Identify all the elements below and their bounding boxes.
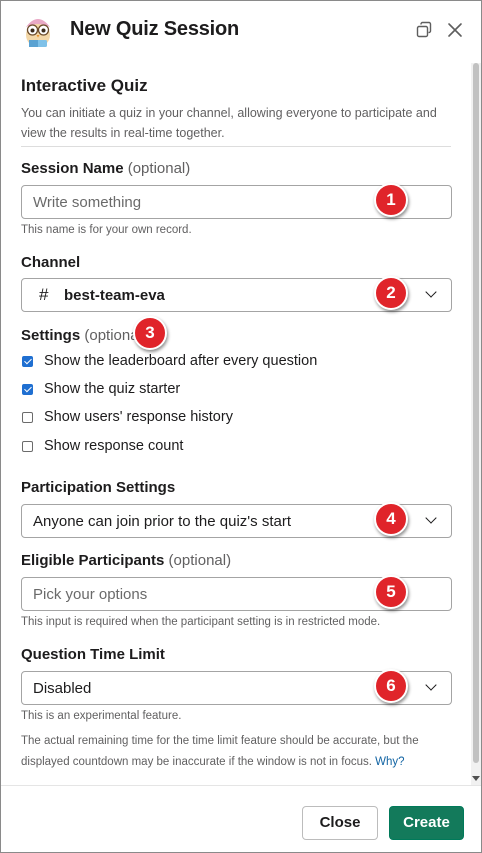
checkbox[interactable] [22, 441, 33, 452]
session-name-label: Session Name (optional) [21, 160, 190, 177]
chevron-down-icon [425, 286, 437, 298]
modal-footer: Close Create [1, 785, 481, 852]
section-title: Interactive Quiz [21, 76, 148, 95]
modal-title: New Quiz Session [70, 18, 240, 40]
modal-header: New Quiz Session [1, 1, 481, 63]
settings-label-text: Settings [21, 327, 81, 344]
time-limit-value: Disabled [33, 680, 92, 697]
callout-badge-5: 5 [374, 575, 408, 609]
chevron-down-icon [425, 512, 437, 524]
eligible-placeholder: Pick your options [33, 586, 148, 603]
channel-value: best-team-eva [64, 287, 165, 304]
channel-label: Channel [21, 254, 81, 271]
chevron-down-icon [425, 679, 437, 691]
callout-badge-1: 1 [374, 183, 408, 217]
checkbox-label: Show the leaderboard after every questio… [44, 353, 318, 369]
optional-tag: (optional) [127, 160, 191, 177]
close-icon[interactable] [445, 20, 465, 40]
time-limit-note-text: The actual remaining time for the time l… [21, 735, 419, 768]
time-limit-label: Question Time Limit [21, 646, 165, 663]
owl-logo-icon [26, 19, 50, 47]
checkbox[interactable] [22, 384, 33, 395]
scroll-down-arrow-icon[interactable] [472, 776, 480, 781]
time-limit-note: The actual remaining time for the time l… [21, 731, 451, 773]
checkbox-response-history[interactable]: Show users' response history [21, 409, 421, 429]
callout-badge-6: 6 [374, 669, 408, 703]
scrollbar-thumb[interactable] [473, 63, 479, 763]
eligible-label: Eligible Participants (optional) [21, 552, 231, 569]
intro-description: You can initiate a quiz in your channel,… [21, 106, 437, 140]
checkbox[interactable] [22, 412, 33, 423]
eligible-help: This input is required when the particip… [21, 616, 381, 628]
checkbox-label: Show users' response history [44, 409, 233, 425]
copy-window-icon[interactable] [414, 20, 434, 40]
checkbox[interactable] [22, 356, 33, 367]
session-name-help: This name is for your own record. [21, 224, 192, 236]
scrollbar[interactable] [471, 63, 481, 785]
why-link[interactable]: Why? [375, 756, 404, 768]
callout-badge-4: 4 [374, 502, 408, 536]
callout-badge-2: 2 [374, 276, 408, 310]
checkbox-response-count[interactable]: Show response count [21, 438, 421, 458]
checkbox-label: Show the quiz starter [44, 381, 181, 397]
optional-tag: (optional) [168, 552, 232, 569]
eligible-label-text: Eligible Participants [21, 552, 165, 569]
create-button[interactable]: Create [389, 806, 464, 840]
settings-label: Settings (optional) [21, 327, 147, 344]
close-button[interactable]: Close [302, 806, 378, 840]
hash-icon: # [39, 285, 49, 304]
checkbox-quiz-starter[interactable]: Show the quiz starter [21, 381, 421, 401]
divider [21, 146, 451, 147]
session-name-label-text: Session Name [21, 160, 124, 177]
modal-dialog: New Quiz Session Interactive Quiz You ca… [0, 0, 482, 853]
checkbox-label: Show response count [44, 438, 184, 454]
participation-value: Anyone can join prior to the quiz's star… [33, 513, 292, 530]
time-limit-help: This is an experimental feature. [21, 710, 182, 722]
participation-label: Participation Settings [21, 479, 176, 496]
session-name-placeholder: Write something [33, 194, 142, 211]
callout-badge-3: 3 [133, 316, 167, 350]
checkbox-leaderboard[interactable]: Show the leaderboard after every questio… [21, 353, 421, 373]
modal-body: Interactive Quiz You can initiate a quiz… [1, 63, 471, 783]
